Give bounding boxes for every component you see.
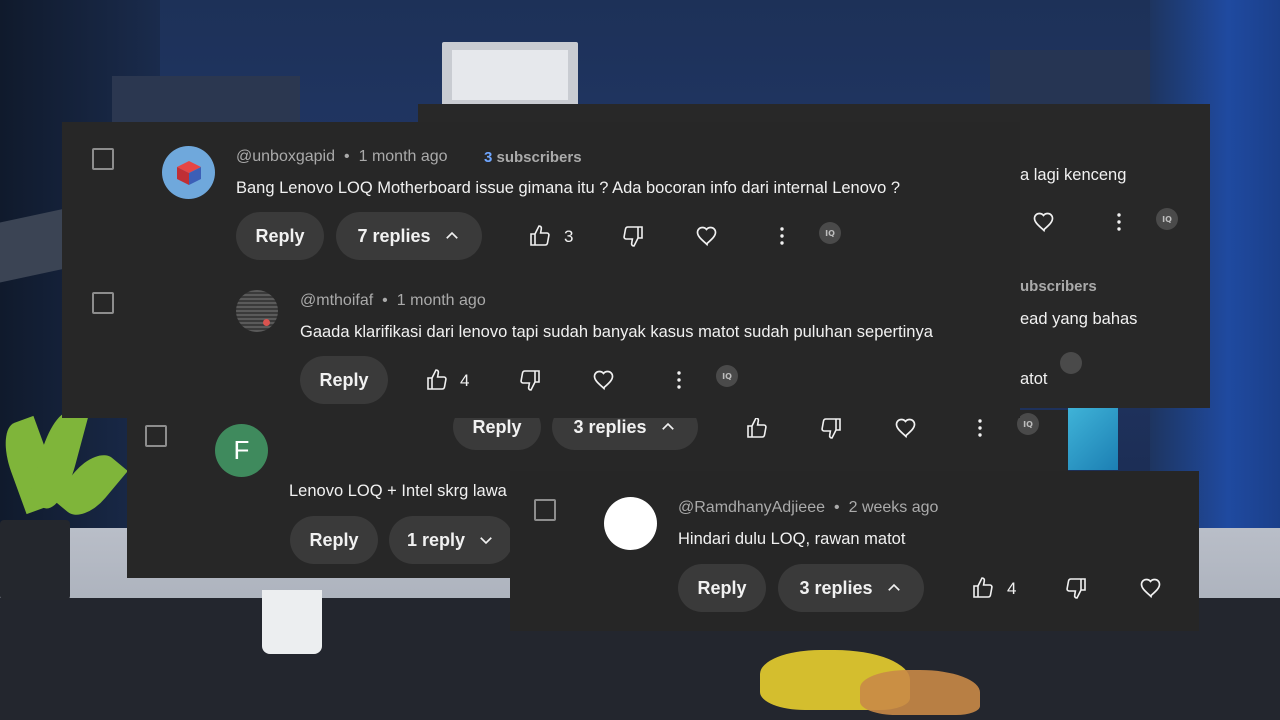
view-replies-button[interactable]: 3 replies: [778, 564, 924, 612]
thumb-up-icon[interactable]: [970, 575, 996, 601]
reply-button[interactable]: Reply: [236, 212, 324, 260]
reply-button[interactable]: Reply: [300, 356, 388, 404]
background-monitor: [1068, 408, 1118, 470]
comment-text-fragment: a lagi kenceng: [1020, 166, 1127, 184]
more-vert-icon[interactable]: [967, 415, 993, 441]
subscribers-count: 3: [484, 149, 493, 166]
replies-label: 3 replies: [573, 416, 647, 437]
avatar: F: [215, 424, 268, 477]
select-checkbox[interactable]: [145, 425, 167, 447]
like-count: 4: [460, 371, 470, 390]
reply-button-label: Reply: [309, 529, 359, 550]
reply-button-label: Reply: [319, 369, 369, 390]
iq-badge-icon[interactable]: IQ: [819, 222, 841, 244]
view-replies-button[interactable]: 7 replies: [336, 212, 482, 260]
author-handle[interactable]: @mthoifaf: [300, 292, 373, 309]
reply-button[interactable]: Reply: [290, 516, 378, 564]
comment-header: @unboxgapid • 1 month ago: [236, 148, 448, 166]
subscribers-badge: 3 subscribers: [484, 149, 582, 166]
thumb-down-icon[interactable]: [818, 415, 844, 441]
heart-icon[interactable]: [694, 223, 720, 249]
timestamp[interactable]: 2 weeks ago: [849, 499, 939, 516]
background-plant-pot: [0, 520, 70, 600]
replies-label: 3 replies: [799, 577, 873, 598]
comment-text-fragment: atot: [1020, 370, 1048, 388]
avatar-badge: [263, 319, 270, 326]
separator-dot: •: [834, 499, 840, 516]
separator-dot: •: [382, 292, 388, 309]
comment-text-fragment: ead yang bahas: [1020, 310, 1138, 328]
thumb-down-icon[interactable]: [1063, 575, 1089, 601]
replies-label: 7 replies: [357, 225, 431, 246]
background-shelf: [990, 50, 1150, 105]
avatar: [162, 146, 215, 199]
comment-header: @RamdhanyAdjieee • 2 weeks ago: [678, 499, 938, 517]
replies-label: 1 reply: [406, 529, 466, 550]
separator-dot: •: [343, 148, 350, 165]
comment-panel-main: @unboxgapid • 1 month ago 3 subscribers Ba…: [62, 122, 1020, 418]
author-handle[interactable]: @unboxgapid: [236, 148, 335, 165]
reply-button-label: Reply: [255, 225, 305, 246]
more-vert-icon[interactable]: [666, 367, 692, 393]
background-shelf: [112, 76, 300, 122]
chevron-down-icon: [480, 537, 492, 545]
chevron-up-icon: [661, 422, 674, 430]
timestamp[interactable]: 1 month ago: [359, 148, 448, 165]
thumb-down-icon[interactable]: [620, 223, 646, 249]
comment-text: Lenovo LOQ + Intel skrg lawa: [289, 482, 507, 500]
select-checkbox[interactable]: [92, 292, 114, 314]
reply-button-label: Reply: [697, 577, 747, 598]
thumb-down-icon[interactable]: [517, 367, 543, 393]
chevron-up-icon: [887, 583, 900, 591]
heart-icon[interactable]: [1138, 575, 1164, 601]
avatar: [604, 497, 657, 550]
like-count: 4: [1007, 579, 1017, 598]
like-count: 3: [564, 227, 574, 246]
more-vert-icon[interactable]: [1106, 209, 1132, 235]
background-poster-inner: [452, 50, 568, 100]
comment-panel-front: @RamdhanyAdjieee • 2 weeks ago Hindari dul…: [510, 471, 1199, 631]
background-plant-pot: [262, 590, 322, 654]
chevron-up-icon: [445, 231, 458, 239]
subscribers-fragment: ubscribers: [1020, 278, 1097, 295]
comment-text: Bang Lenovo LOQ Motherboard issue gimana…: [236, 179, 901, 197]
heart-icon[interactable]: [893, 415, 919, 441]
reply-button-label: Reply: [472, 416, 522, 437]
thumb-up-icon[interactable]: [744, 415, 770, 441]
iq-badge-icon[interactable]: IQ: [716, 365, 738, 387]
heart-icon[interactable]: [591, 367, 617, 393]
thumb-up-icon[interactable]: [527, 223, 553, 249]
comment-header: @mthoifaf • 1 month ago: [300, 292, 486, 310]
avatar-letter: F: [233, 435, 250, 465]
comment-text: Hindari dulu LOQ, rawan matot: [678, 530, 906, 548]
reply-button[interactable]: Reply: [678, 564, 766, 612]
author-handle[interactable]: @RamdhanyAdjieee: [678, 499, 825, 516]
select-checkbox[interactable]: [534, 499, 556, 521]
heart-icon[interactable]: [1031, 209, 1057, 235]
iq-badge-icon[interactable]: IQ: [1017, 413, 1039, 435]
iq-badge-icon[interactable]: IQ: [1156, 208, 1178, 230]
avatar: [236, 290, 278, 332]
timestamp[interactable]: 1 month ago: [397, 292, 486, 309]
more-vert-icon[interactable]: [769, 223, 795, 249]
subscribers-label: subscribers: [496, 149, 582, 166]
iq-badge-icon[interactable]: [1060, 352, 1082, 374]
view-replies-button[interactable]: 1 reply: [389, 516, 513, 564]
comment-text: Gaada klarifikasi dari lenovo tapi sudah…: [300, 323, 933, 341]
box-logo-icon: [176, 160, 201, 185]
background-mat-art: [860, 670, 980, 715]
thumb-up-icon[interactable]: [424, 367, 450, 393]
select-checkbox[interactable]: [92, 148, 114, 170]
